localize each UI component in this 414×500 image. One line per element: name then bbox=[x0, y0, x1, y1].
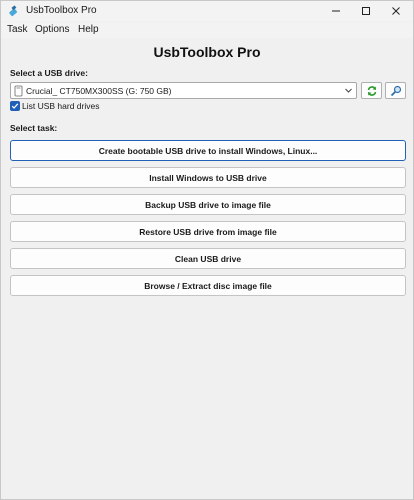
app-window: UsbToolbox Pro Task Options Help UsbTool… bbox=[0, 0, 414, 500]
usb-app-icon bbox=[9, 5, 18, 17]
drive-select[interactable]: Crucial_ CT750MX300SS (G: 750 GB) bbox=[10, 82, 357, 99]
list-usb-hard-drives-checkbox[interactable] bbox=[10, 101, 20, 111]
chevron-down-icon bbox=[345, 88, 352, 93]
task-section-label: Select task: bbox=[10, 123, 58, 133]
search-drive-button[interactable] bbox=[385, 82, 406, 99]
menu-bar: Task Options Help bbox=[1, 22, 413, 38]
restore-usb-button[interactable]: Restore USB drive from image file bbox=[10, 221, 406, 242]
backup-usb-button[interactable]: Backup USB drive to image file bbox=[10, 194, 406, 215]
minimize-button[interactable] bbox=[321, 1, 351, 21]
drive-section-label: Select a USB drive: bbox=[10, 68, 88, 78]
close-icon bbox=[392, 7, 400, 15]
checkmark-icon bbox=[11, 103, 19, 109]
drive-select-value: Crucial_ CT750MX300SS (G: 750 GB) bbox=[26, 86, 172, 96]
page-title: UsbToolbox Pro bbox=[153, 44, 261, 60]
maximize-icon bbox=[362, 7, 370, 15]
install-windows-button[interactable]: Install Windows to USB drive bbox=[10, 167, 406, 188]
clean-usb-button[interactable]: Clean USB drive bbox=[10, 248, 406, 269]
refresh-button[interactable] bbox=[361, 82, 382, 99]
usb-drive-icon bbox=[14, 85, 23, 97]
browse-extract-image-button[interactable]: Browse / Extract disc image file bbox=[10, 275, 406, 296]
title-bar[interactable]: UsbToolbox Pro bbox=[1, 1, 413, 21]
refresh-icon bbox=[367, 85, 376, 96]
search-icon bbox=[390, 85, 401, 96]
minimize-icon bbox=[332, 10, 340, 12]
list-usb-hard-drives-label[interactable]: List USB hard drives bbox=[22, 101, 99, 111]
close-button[interactable] bbox=[381, 1, 411, 21]
maximize-button[interactable] bbox=[351, 1, 381, 21]
create-bootable-usb-button[interactable]: Create bootable USB drive to install Win… bbox=[10, 140, 406, 161]
main-panel: UsbToolbox Pro Select a USB drive: Cruci… bbox=[1, 38, 413, 499]
menu-help[interactable]: Help bbox=[78, 24, 99, 35]
menu-options[interactable]: Options bbox=[35, 24, 69, 35]
window-title: UsbToolbox Pro bbox=[26, 5, 97, 16]
menu-task[interactable]: Task bbox=[7, 24, 28, 35]
